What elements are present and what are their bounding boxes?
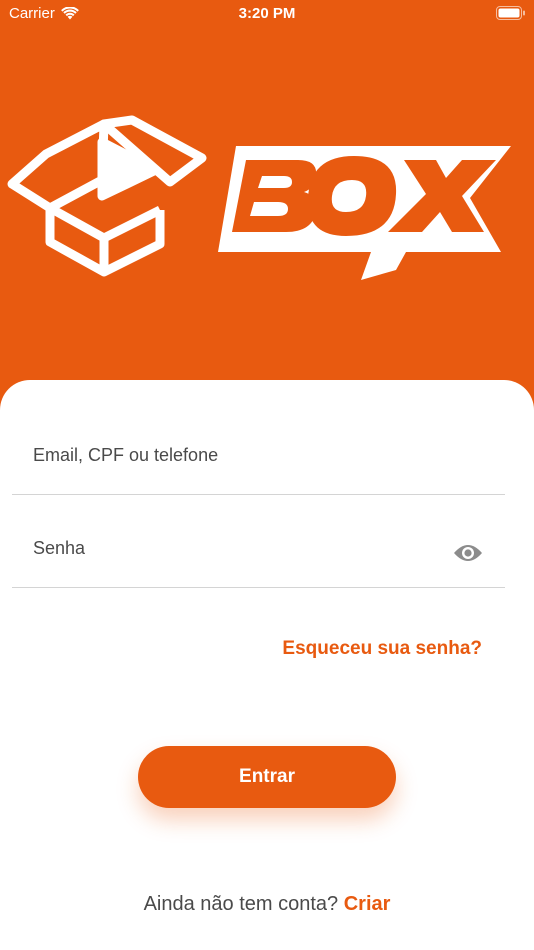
status-bar: Carrier 3:20 PM: [0, 0, 534, 28]
forgot-password-link[interactable]: Esqueceu sua senha?: [282, 638, 482, 660]
identifier-placeholder: Email, CPF ou telefone: [33, 445, 219, 465]
status-time: 3:20 PM: [238, 5, 296, 22]
identifier-field[interactable]: Email, CPF ou telefone: [12, 403, 505, 495]
password-placeholder: Senha: [33, 538, 86, 558]
box-logo-icon: [7, 115, 207, 277]
signup-prompt: Ainda não tem conta?: [143, 893, 339, 915]
battery-icon: [496, 6, 525, 20]
eye-icon[interactable]: [453, 542, 483, 564]
brand-header: Carrier 3:20 PM: [0, 0, 534, 410]
box-wordmark: [218, 146, 511, 280]
password-field[interactable]: Senha: [12, 496, 505, 588]
login-button[interactable]: Entrar: [138, 746, 396, 808]
signup-link[interactable]: Criar: [344, 893, 391, 915]
signup-row: Ainda não tem conta? Criar: [0, 893, 534, 916]
box-logo: [7, 115, 511, 280]
